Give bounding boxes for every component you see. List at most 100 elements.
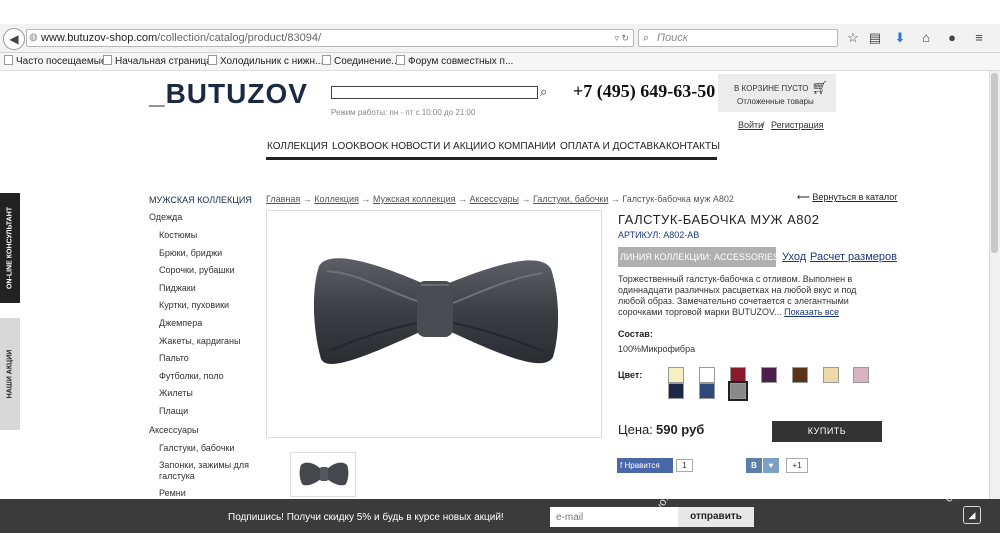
- cart-icon[interactable]: 🛒︎: [811, 80, 828, 96]
- page-icon: [208, 55, 217, 65]
- bookmark-item[interactable]: Соединение...: [322, 53, 400, 70]
- facebook-like-button[interactable]: f Нравится: [617, 458, 673, 473]
- login-link[interactable]: Войти: [738, 120, 763, 130]
- breadcrumb: Главная → Коллекция → Мужская коллекция …: [266, 194, 734, 204]
- color-swatch[interactable]: [730, 367, 746, 383]
- product-thumbnail[interactable]: [290, 452, 356, 497]
- browser-search-input[interactable]: ⌕ Поиск: [638, 29, 838, 47]
- site-search-input[interactable]: [331, 86, 538, 99]
- product-image[interactable]: [266, 210, 602, 438]
- back-to-catalog-label: Вернуться в каталог: [812, 192, 898, 202]
- nav-news[interactable]: НОВОСТИ И АКЦИИ: [391, 141, 487, 152]
- breadcrumb-arrow: →: [458, 194, 467, 204]
- bookmark-item[interactable]: Начальная страница: [103, 53, 212, 70]
- color-swatch[interactable]: [761, 367, 777, 383]
- watermark-logo-icon: ◢: [963, 506, 981, 524]
- breadcrumb-link[interactable]: Аксессуары: [470, 194, 519, 204]
- breadcrumb-link[interactable]: Коллекция: [314, 194, 359, 204]
- catalog-item[interactable]: Джемпера: [159, 318, 202, 328]
- nav-payment[interactable]: ОПЛАТА И ДОСТАВКА: [560, 141, 666, 152]
- color-swatch[interactable]: [668, 367, 684, 383]
- catalog-item[interactable]: Сорочки, рубашки: [159, 265, 235, 275]
- catalog-item[interactable]: Пиджаки: [159, 283, 196, 293]
- nav-lookbook[interactable]: LOOKBOOK: [332, 141, 389, 152]
- catalog-item[interactable]: Брюки, бриджи: [159, 248, 222, 258]
- catalog-item[interactable]: Костюмы: [159, 230, 197, 240]
- catalog-item[interactable]: Пальто: [159, 353, 189, 363]
- vk-like-count: +1: [786, 458, 808, 473]
- deferred-items-link[interactable]: Отложенные товары: [737, 97, 814, 106]
- download-icon[interactable]: ⬇: [891, 29, 909, 47]
- show-all-link[interactable]: Показать все: [784, 307, 839, 317]
- catalog-item[interactable]: Ремни: [159, 488, 186, 498]
- catalog-item[interactable]: Куртки, пуховики: [159, 300, 229, 310]
- catalog-item[interactable]: Плащи: [159, 406, 188, 416]
- care-link[interactable]: Уход: [782, 251, 806, 263]
- breadcrumb-arrow: →: [302, 194, 312, 204]
- bow-tie-thumbnail: [299, 462, 349, 486]
- composition-label: Состав:: [618, 329, 653, 339]
- breadcrumb-arrow: →: [610, 194, 620, 204]
- size-calc-link[interactable]: Расчет размеров: [810, 251, 897, 263]
- color-swatch[interactable]: [853, 367, 869, 383]
- collection-line-badge[interactable]: ЛИНИЯ КОЛЛЕКЦИИ: ACCESSORIES: [618, 247, 776, 267]
- subscribe-send-button[interactable]: отправить: [678, 507, 754, 527]
- browser-search-placeholder: Поиск: [657, 32, 688, 44]
- back-to-catalog-link[interactable]: ⟵ Вернуться в каталог: [797, 192, 897, 203]
- back-arrow-icon: ⟵: [797, 192, 810, 202]
- promotions-tab[interactable]: НАШИ АКЦИИ: [0, 318, 20, 430]
- color-swatch-selected[interactable]: [728, 381, 748, 401]
- nav-collection[interactable]: КОЛЛЕКЦИЯ: [267, 141, 328, 152]
- nav-contacts[interactable]: КОНТАКТЫ: [666, 141, 720, 152]
- star-icon[interactable]: ☆: [844, 29, 862, 47]
- breadcrumb-link[interactable]: Мужская коллекция: [373, 194, 456, 204]
- buy-button[interactable]: КУПИТЬ: [772, 421, 882, 442]
- url-path: /collection/catalog/product/83094/: [157, 32, 322, 44]
- subscribe-text: Подпишись! Получи скидку 5% и будь в кур…: [228, 512, 504, 523]
- facebook-like-count: 1: [676, 459, 693, 472]
- back-arrow-icon[interactable]: ◀: [3, 28, 25, 50]
- scroll-thumb[interactable]: [991, 73, 998, 253]
- catalog-item[interactable]: Галстуки, бабочки: [159, 443, 234, 453]
- color-swatch[interactable]: [792, 367, 808, 383]
- composition-value: 100%Микрофибра: [618, 344, 696, 354]
- color-swatch[interactable]: [823, 367, 839, 383]
- price-value: 590 руб: [656, 422, 705, 437]
- product-description: Торжественный галстук-бабочка с отливом.…: [618, 274, 886, 318]
- online-consultant-tab[interactable]: ON-LINE КОНСУЛЬТАНТ: [0, 193, 20, 303]
- page-icon: [322, 55, 331, 65]
- search-icon[interactable]: ⌕: [540, 84, 547, 100]
- nav-about[interactable]: О КОМПАНИИ: [488, 141, 556, 152]
- home-icon[interactable]: ⌂: [917, 29, 935, 47]
- catalog-group-accessories[interactable]: Аксессуары: [149, 425, 198, 435]
- breadcrumb-arrow: →: [361, 194, 371, 204]
- bookmark-item[interactable]: Форум совместных п...: [396, 53, 513, 70]
- vk-icon[interactable]: В: [746, 458, 762, 473]
- search-icon: ⌕: [643, 32, 650, 44]
- catalog-item[interactable]: Жакеты, кардиганы: [159, 336, 241, 346]
- menu-icon[interactable]: ≡: [970, 29, 988, 47]
- catalog-title[interactable]: МУЖСКАЯ КОЛЛЕКЦИЯ: [149, 195, 252, 205]
- chat-icon[interactable]: ●: [943, 29, 961, 47]
- catalog-item[interactable]: Жилеты: [159, 388, 193, 398]
- color-label: Цвет:: [618, 370, 643, 380]
- bookmark-item[interactable]: Холодильник с нижн...: [208, 53, 323, 70]
- catalog-item[interactable]: Футболки, поло: [159, 371, 224, 381]
- url-domain: www.butuzov-shop.com: [41, 32, 158, 44]
- bookmarks-list-icon[interactable]: ▤: [866, 29, 884, 47]
- site-logo[interactable]: _BUTUZOV: [149, 78, 308, 110]
- cart-widget[interactable]: В КОРЗИНЕ ПУСТО 🛒︎ Отложенные товары: [718, 74, 836, 112]
- address-bar[interactable]: ◍ www.butuzov-shop.com/collection/catalo…: [26, 29, 634, 47]
- color-swatch[interactable]: [699, 383, 715, 399]
- breadcrumb-link[interactable]: Галстуки, бабочки: [533, 194, 608, 204]
- vk-like-heart-icon[interactable]: ♥: [763, 458, 779, 473]
- reload-icon[interactable]: ▿ ↻: [614, 30, 629, 46]
- breadcrumb-link[interactable]: Главная: [266, 194, 300, 204]
- color-swatch[interactable]: [699, 367, 715, 383]
- catalog-group-clothes[interactable]: Одежда: [149, 212, 182, 222]
- catalog-item[interactable]: Запонки, зажимы для галстука: [159, 460, 259, 482]
- page-icon: [396, 55, 405, 65]
- color-swatch[interactable]: [668, 383, 684, 399]
- register-link[interactable]: Регистрация: [771, 120, 824, 130]
- bookmark-item[interactable]: Часто посещаемые: [4, 53, 107, 70]
